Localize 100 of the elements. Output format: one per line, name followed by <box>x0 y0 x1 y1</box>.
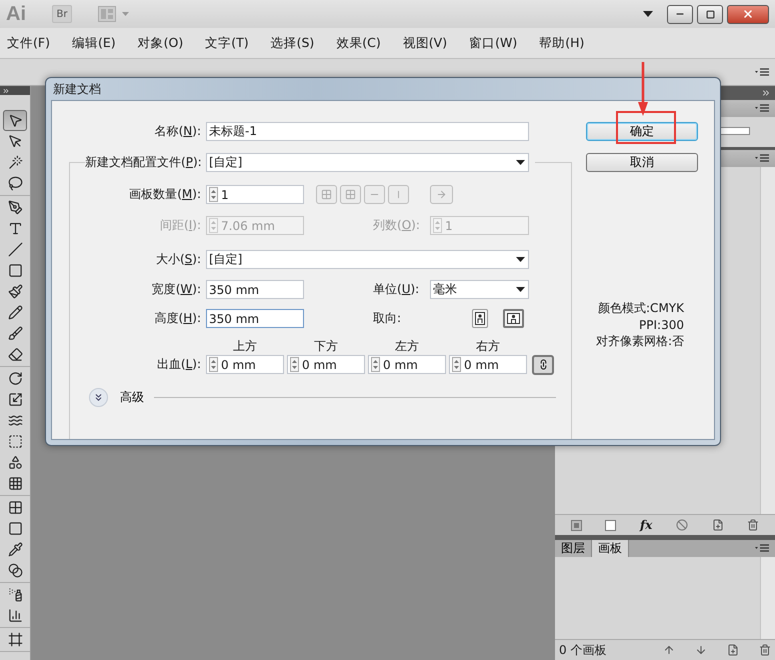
arrow-right-icon <box>436 189 447 200</box>
field-label: 名称(N): <box>154 123 201 140</box>
bridge-button[interactable]: Br <box>52 5 72 23</box>
spinner-arrows-icon[interactable] <box>209 357 218 372</box>
field-label: 间距(I): <box>159 217 201 234</box>
square-icon[interactable] <box>605 520 616 530</box>
units-dropdown[interactable]: 毫米 <box>430 280 529 299</box>
panel-menu-icon[interactable] <box>755 68 769 76</box>
grid-icon <box>8 476 22 491</box>
wave-icon <box>8 413 22 428</box>
bleed-field[interactable]: 0 mm <box>287 355 365 374</box>
collapse-panel-icon[interactable] <box>761 88 771 98</box>
link-bleed-button[interactable] <box>532 354 554 374</box>
lasso-icon <box>8 176 22 191</box>
orientation-button[interactable] <box>472 309 488 328</box>
field-label: 画板数量(M): <box>128 186 201 203</box>
document-info-text: 对齐像素网格:否 <box>596 333 684 350</box>
bleed-field[interactable]: 0 mm <box>368 355 446 374</box>
dropdown-caret-icon <box>516 287 525 292</box>
menu-item[interactable]: 文字(T) <box>198 34 256 52</box>
dashed-square-icon <box>8 434 22 449</box>
shapes-icon <box>8 455 22 470</box>
cancel-button[interactable]: 取消 <box>586 153 698 172</box>
field-label: 宽度(W): <box>150 281 201 298</box>
dropdown-caret-icon <box>516 257 525 262</box>
chevron-down-icon <box>89 388 108 407</box>
panel-tab[interactable]: 图层 <box>555 540 592 557</box>
document-info-text: 颜色模式:CMYK <box>598 300 684 317</box>
height-field[interactable]: 350 mm <box>206 309 304 328</box>
bleed-side-label: 右方 <box>475 338 501 354</box>
scrollbar[interactable] <box>760 167 775 514</box>
grid-icon <box>345 189 356 200</box>
menu-item[interactable]: 帮助(H) <box>532 34 592 52</box>
field-label: 高度(H): <box>154 310 201 327</box>
dropdown-caret-icon[interactable] <box>643 11 653 17</box>
menu-item[interactable]: 视图(V) <box>396 34 454 52</box>
paintbrush-icon <box>8 284 22 299</box>
arrow-down-icon[interactable] <box>695 644 707 656</box>
scale-icon <box>8 392 22 407</box>
maximize-icon <box>706 10 714 18</box>
menu-item[interactable]: 窗口(W) <box>462 34 524 52</box>
eyedropper-icon <box>8 542 22 557</box>
panel-menu-icon[interactable] <box>755 104 769 113</box>
tool-button[interactable] <box>3 110 27 131</box>
scrollbar[interactable] <box>760 557 775 639</box>
portrait-page-icon <box>475 312 485 325</box>
document-info-text: PPI:300 <box>639 318 684 332</box>
arrow-up-icon[interactable] <box>663 644 675 656</box>
size-dropdown[interactable]: [自定] <box>206 250 529 269</box>
ok-button[interactable]: 确定 <box>586 122 698 141</box>
bleed-field[interactable]: 0 mm <box>206 355 284 374</box>
artboard-count-field[interactable]: 1 <box>206 185 304 204</box>
spinner-arrows-icon[interactable] <box>290 357 299 372</box>
width-field[interactable]: 350 mm <box>206 280 304 299</box>
no-sign-icon[interactable] <box>676 519 688 531</box>
panel-tab[interactable]: 画板 <box>592 540 629 557</box>
dialog-title: 新建文档 <box>52 80 102 98</box>
close-button[interactable] <box>727 4 769 24</box>
panel-menu-icon[interactable] <box>755 154 769 163</box>
bleed-side-label: 下方 <box>313 338 339 354</box>
new-item-icon[interactable] <box>712 519 724 531</box>
menu-item[interactable]: 选择(S) <box>264 34 322 52</box>
spinner-arrows-icon[interactable] <box>452 357 461 372</box>
field-label: 新建文档配置文件(P): <box>85 154 201 171</box>
blend-circles-icon <box>8 563 22 578</box>
mesh-icon <box>8 500 22 515</box>
close-icon <box>742 8 754 20</box>
menu-item[interactable]: 文件(F) <box>0 34 57 52</box>
panel-menu-icon[interactable] <box>755 544 769 553</box>
expand-panel-icon[interactable] <box>2 86 10 94</box>
eraser-icon <box>8 347 22 362</box>
field-label: 出血(L): <box>156 356 201 373</box>
hollow-pointer-icon <box>8 134 22 149</box>
artboard-count: 0 个画板 <box>559 642 606 658</box>
spinner-arrows-icon[interactable] <box>209 187 218 202</box>
trash-icon[interactable] <box>747 519 760 531</box>
name-field[interactable]: 未标题-1 <box>206 122 529 141</box>
filled-square-icon[interactable] <box>570 520 582 530</box>
profile-dropdown[interactable]: [自定] <box>206 153 529 172</box>
new-item-icon[interactable] <box>727 644 739 656</box>
menu-item[interactable]: 效果(C) <box>329 34 388 52</box>
bar-chart-icon <box>8 608 22 623</box>
spinner-arrows-icon[interactable] <box>371 357 380 372</box>
effects-button[interactable]: fx <box>640 518 652 532</box>
trash-icon[interactable] <box>759 644 771 656</box>
rectangle-icon <box>8 263 22 278</box>
dropdown-caret-icon <box>516 160 525 165</box>
pencil-icon <box>8 305 22 320</box>
line-icon <box>8 242 22 257</box>
app-logo: Ai <box>6 2 26 26</box>
maximize-button[interactable] <box>697 4 723 24</box>
field-label: 大小(S): <box>154 251 201 268</box>
menu-item[interactable]: 编辑(E) <box>64 34 123 52</box>
field-label: 单位(U): <box>373 281 420 298</box>
orientation-button[interactable] <box>503 309 524 328</box>
menu-item[interactable]: 对象(O) <box>130 34 190 52</box>
advanced-toggle[interactable]: 高级 <box>89 388 144 407</box>
bleed-field[interactable]: 0 mm <box>449 355 527 374</box>
field-label: 列数(O): <box>373 217 421 234</box>
minimize-button[interactable] <box>667 4 693 24</box>
